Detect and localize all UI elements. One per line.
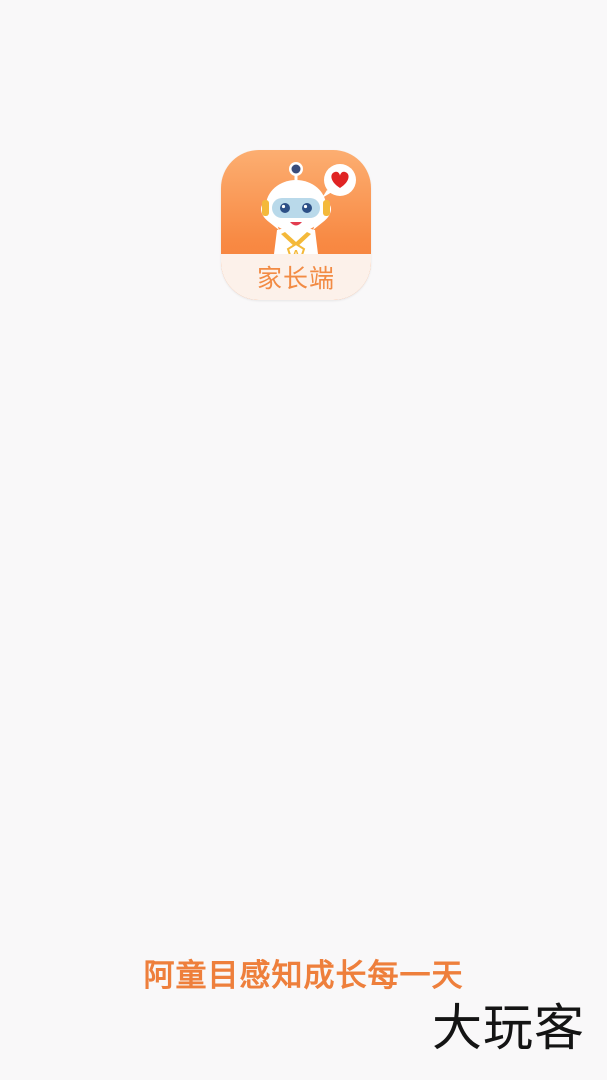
splash-slogan: 阿童目感知成长每一天 xyxy=(143,958,464,994)
app-icon-label: 家长端 xyxy=(256,264,335,293)
splash-screen: A 家长端 阿童目感知成长每一天 大玩客 xyxy=(0,0,607,1080)
app-icon: A 家长端 xyxy=(221,150,371,300)
watermark-text: 大玩客 xyxy=(432,999,585,1057)
